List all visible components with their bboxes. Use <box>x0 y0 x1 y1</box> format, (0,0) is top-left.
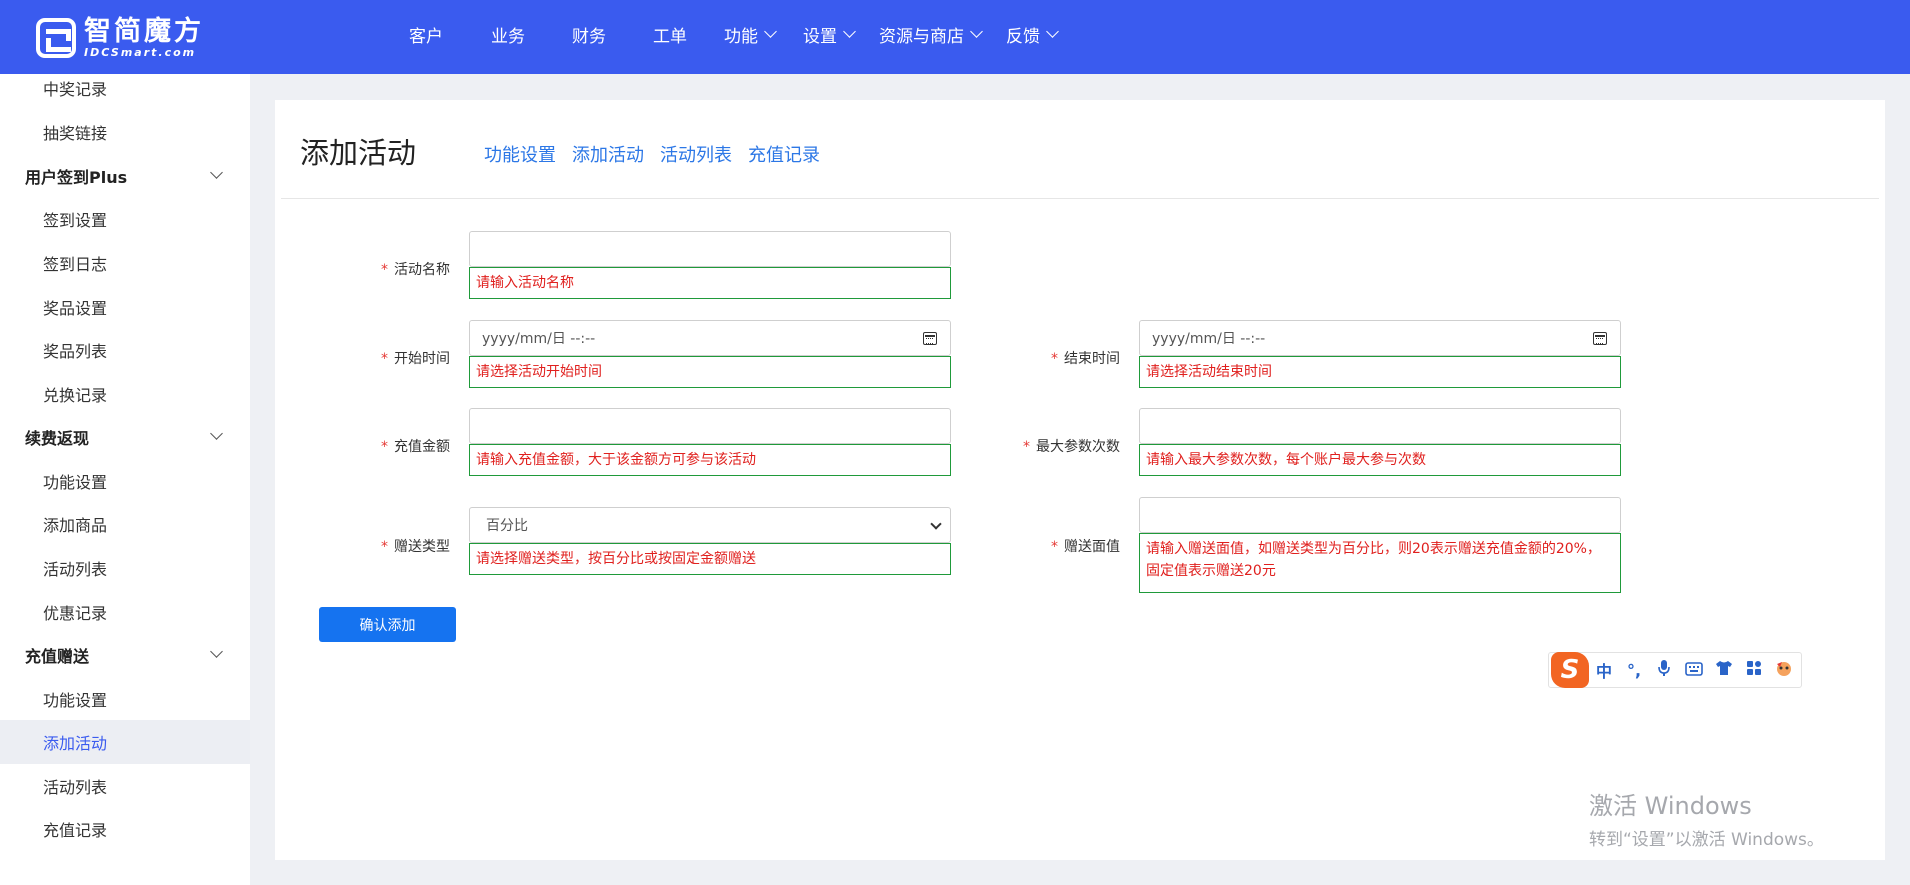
sidebar-item-lottery-links[interactable]: 抽奖链接 <box>0 110 250 154</box>
chevron-down-icon <box>1046 24 1059 38</box>
gift-type-error: 请选择赠送类型，按百分比或按固定金额赠送 <box>469 543 951 575</box>
start-time-error: 请选择活动开始时间 <box>469 356 951 388</box>
sidebar-item-cashback-activity-list[interactable]: 活动列表 <box>0 546 250 590</box>
sidebar: 中奖记录 抽奖链接 用户签到Plus 签到设置 签到日志 奖品设置 奖品列表 兑… <box>0 74 250 885</box>
sidebar-item-checkin-settings[interactable]: 签到设置 <box>0 197 250 241</box>
brand-name: 智简魔方 <box>84 16 204 47</box>
activity-name-label: * 活动名称 <box>381 262 450 278</box>
sidebar-item-add-activity[interactable]: 添加活动 <box>0 720 250 764</box>
sogou-logo-icon[interactable]: S <box>1551 652 1589 688</box>
main-nav: 客户 业务 财务 工单 功能 设置 资源与商店 反馈 <box>385 0 1059 68</box>
tab-feature-settings[interactable]: 功能设置 <box>484 141 556 167</box>
max-participation-error: 请输入最大参数次数，每个账户最大参与次数 <box>1139 444 1621 476</box>
end-time-error: 请选择活动结束时间 <box>1139 356 1621 388</box>
nav-item-feedback[interactable]: 反馈 <box>1006 22 1059 47</box>
nav-item-business[interactable]: 业务 <box>491 22 525 47</box>
sidebar-item-add-product[interactable]: 添加商品 <box>0 502 250 546</box>
ime-toolbar: S 中 °, <box>1548 652 1802 688</box>
sidebar-group-recharge-gift[interactable]: 充值赠送 <box>0 633 250 677</box>
sidebar-item-prize-list[interactable]: 奖品列表 <box>0 328 250 372</box>
nav-item-settings[interactable]: 设置 <box>803 22 856 47</box>
sidebar-item-redeem-records[interactable]: 兑换记录 <box>0 372 250 416</box>
nav-item-features[interactable]: 功能 <box>724 22 777 47</box>
top-navbar: 智简魔方 IDCSmart.com 客户 业务 财务 工单 功能 设置 资源与商… <box>0 0 1910 74</box>
chevron-down-icon <box>210 166 223 179</box>
sidebar-item-discount-records[interactable]: 优惠记录 <box>0 590 250 634</box>
microphone-icon[interactable] <box>1649 659 1679 681</box>
brand-logo[interactable]: 智简魔方 IDCSmart.com <box>36 16 204 60</box>
activity-name-input[interactable] <box>469 231 951 267</box>
start-time-label: * 开始时间 <box>381 351 450 367</box>
nav-item-tickets[interactable]: 工单 <box>653 22 687 47</box>
nav-item-finance[interactable]: 财务 <box>572 22 606 47</box>
start-time-input[interactable]: yyyy/mm/日 --:-- <box>469 320 951 356</box>
chevron-down-icon <box>210 427 223 440</box>
mascot-icon[interactable] <box>1769 659 1799 681</box>
watermark-subtitle: 转到“设置”以激活 Windows。 <box>1589 830 1824 850</box>
sidebar-item-prize-settings[interactable]: 奖品设置 <box>0 285 250 329</box>
keyboard-icon[interactable] <box>1679 661 1709 680</box>
confirm-add-button[interactable]: 确认添加 <box>319 607 456 642</box>
ime-punctuation-toggle[interactable]: °, <box>1619 661 1649 680</box>
recharge-amount-input[interactable] <box>469 408 951 444</box>
chevron-down-icon <box>210 645 223 658</box>
chevron-down-icon <box>970 24 983 38</box>
max-participation-input[interactable] <box>1139 408 1621 444</box>
sidebar-item-cashback-settings[interactable]: 功能设置 <box>0 459 250 503</box>
sidebar-item-gift-settings[interactable]: 功能设置 <box>0 677 250 721</box>
gift-value-error: 请输入赠送面值，如赠送类型为百分比，则20表示赠送充值金额的20%，固定值表示赠… <box>1139 533 1621 593</box>
recharge-amount-label: * 充值金额 <box>381 439 450 455</box>
activity-name-error: 请输入活动名称 <box>469 267 951 299</box>
brand-logo-icon <box>36 18 76 58</box>
skin-icon[interactable] <box>1709 660 1739 680</box>
sidebar-group-checkin-plus[interactable]: 用户签到Plus <box>0 154 250 198</box>
sidebar-item-gift-activity-list[interactable]: 活动列表 <box>0 764 250 808</box>
end-time-label: * 结束时间 <box>1051 351 1120 367</box>
sidebar-item-checkin-log[interactable]: 签到日志 <box>0 241 250 285</box>
main-card: 添加活动 功能设置 添加活动 活动列表 充值记录 * 活动名称 请输入活动名称 *… <box>275 100 1885 860</box>
sidebar-item-lottery-records[interactable]: 中奖记录 <box>0 74 250 110</box>
nav-item-customers[interactable]: 客户 <box>409 22 443 47</box>
sidebar-item-recharge-records[interactable]: 充值记录 <box>0 807 250 851</box>
calendar-icon[interactable] <box>923 332 937 345</box>
watermark-title: 激活 Windows <box>1589 792 1752 820</box>
page-tabs: 功能设置 添加活动 活动列表 充值记录 <box>484 141 836 167</box>
sidebar-group-renewal-cashback[interactable]: 续费返现 <box>0 415 250 459</box>
nav-item-resources-store[interactable]: 资源与商店 <box>879 22 983 47</box>
toolbox-icon[interactable] <box>1739 660 1769 680</box>
tab-add-activity[interactable]: 添加活动 <box>572 141 644 167</box>
ime-mode-toggle[interactable]: 中 <box>1589 658 1619 682</box>
gift-value-label: * 赠送面值 <box>1051 539 1120 555</box>
chevron-down-icon <box>843 24 856 38</box>
end-time-input[interactable]: yyyy/mm/日 --:-- <box>1139 320 1621 356</box>
gift-value-input[interactable] <box>1139 497 1621 533</box>
chevron-down-icon <box>764 24 777 38</box>
chevron-down-icon <box>930 518 942 530</box>
tab-activity-list[interactable]: 活动列表 <box>660 141 732 167</box>
tab-recharge-records[interactable]: 充值记录 <box>748 141 820 167</box>
header-divider <box>281 198 1879 199</box>
gift-type-select[interactable]: 百分比 <box>469 507 951 543</box>
recharge-amount-error: 请输入充值金额，大于该金额方可参与该活动 <box>469 444 951 476</box>
max-participation-label: * 最大参数次数 <box>1023 439 1120 455</box>
page-title: 添加活动 <box>300 136 417 170</box>
gift-type-label: * 赠送类型 <box>381 539 450 555</box>
brand-domain: IDCSmart.com <box>84 46 197 59</box>
calendar-icon[interactable] <box>1593 332 1607 345</box>
windows-activation-watermark: 激活 Windows 转到“设置”以激活 Windows。 <box>1589 786 1824 850</box>
